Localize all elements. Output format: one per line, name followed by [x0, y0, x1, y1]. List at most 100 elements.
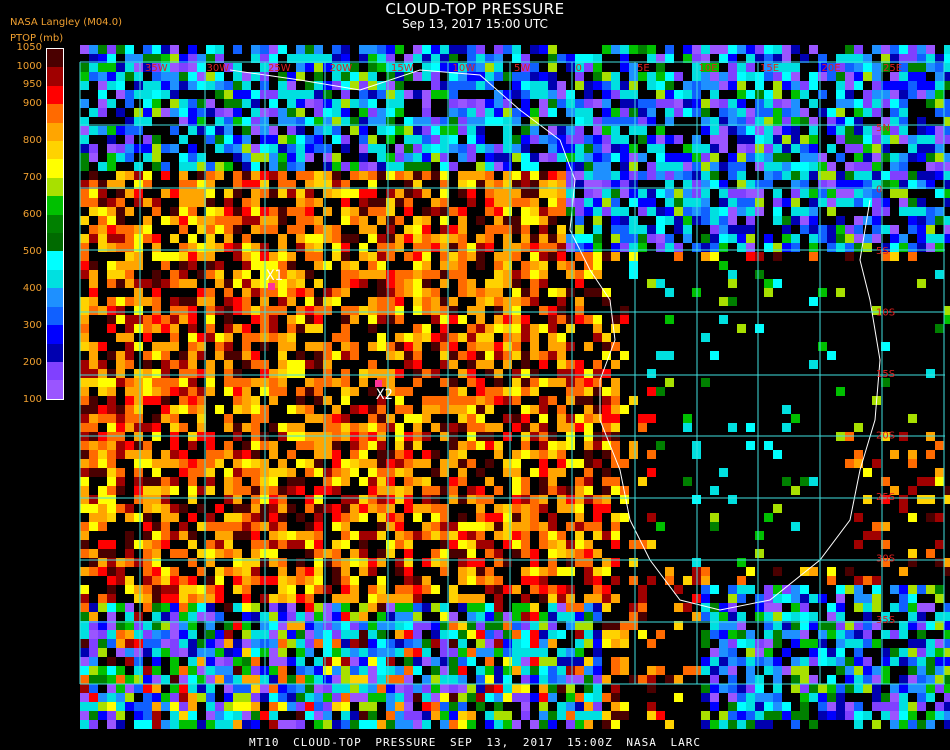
- cloud-cell: [755, 270, 764, 279]
- cloud-cell: [647, 81, 656, 90]
- cloud-cell: [125, 603, 134, 612]
- cloud-cell: [296, 657, 305, 666]
- cloud-cell: [107, 270, 116, 279]
- cloud-cell: [485, 144, 494, 153]
- cloud-cell: [377, 252, 386, 261]
- cloud-cell: [863, 108, 872, 117]
- cloud-cell: [584, 603, 593, 612]
- cloud-cell: [134, 441, 143, 450]
- cloud-cell: [701, 594, 710, 603]
- cloud-cell: [494, 351, 503, 360]
- cloud-cell: [791, 171, 800, 180]
- cloud-cell: [629, 576, 638, 585]
- cloud-cell: [521, 549, 530, 558]
- cloud-cell: [98, 675, 107, 684]
- cloud-cell: [242, 558, 251, 567]
- cloud-cell: [467, 531, 476, 540]
- cloud-cell: [377, 315, 386, 324]
- cloud-cell: [755, 207, 764, 216]
- cloud-cell: [620, 162, 629, 171]
- cloud-cell: [152, 207, 161, 216]
- cloud-cell: [134, 297, 143, 306]
- cloud-cell: [494, 315, 503, 324]
- cloud-cell: [944, 162, 950, 171]
- cloud-cell: [629, 81, 638, 90]
- cloud-cell: [332, 657, 341, 666]
- cloud-cell: [494, 513, 503, 522]
- cloud-cell: [89, 360, 98, 369]
- cloud-cell: [422, 333, 431, 342]
- cloud-cell: [107, 540, 116, 549]
- cloud-cell: [593, 549, 602, 558]
- cloud-cell: [287, 423, 296, 432]
- cloud-cell: [944, 666, 950, 675]
- cloud-cell: [548, 306, 557, 315]
- cloud-cell: [269, 252, 278, 261]
- cloud-cell: [746, 189, 755, 198]
- cloud-cell: [467, 243, 476, 252]
- cloud-cell: [359, 441, 368, 450]
- cloud-cell: [233, 351, 242, 360]
- cloud-cell: [152, 576, 161, 585]
- cloud-cell: [935, 135, 944, 144]
- cloud-cell: [233, 306, 242, 315]
- cloud-cell: [422, 279, 431, 288]
- cloud-cell: [485, 576, 494, 585]
- cloud-cell: [269, 423, 278, 432]
- cloud-cell: [341, 216, 350, 225]
- cloud-cell: [557, 171, 566, 180]
- cloud-cell: [647, 207, 656, 216]
- cloud-cell: [755, 684, 764, 693]
- cloud-cell: [170, 333, 179, 342]
- cloud-cell: [224, 513, 233, 522]
- cloud-cell: [161, 630, 170, 639]
- cloud-cell: [350, 630, 359, 639]
- cloud-cell: [377, 594, 386, 603]
- cloud-cell: [773, 189, 782, 198]
- cloud-cell: [584, 81, 593, 90]
- cloud-cell: [314, 459, 323, 468]
- cloud-cell: [521, 360, 530, 369]
- cloud-cell: [476, 315, 485, 324]
- cloud-cell: [683, 153, 692, 162]
- cloud-cell: [125, 396, 134, 405]
- cloud-cell: [458, 234, 467, 243]
- cloud-cell: [341, 234, 350, 243]
- cloud-cell: [188, 189, 197, 198]
- cloud-cell: [575, 207, 584, 216]
- cloud-cell: [134, 612, 143, 621]
- cloud-cell: [350, 693, 359, 702]
- cloud-cell: [656, 162, 665, 171]
- cloud-cell: [656, 171, 665, 180]
- cloud-cell: [224, 234, 233, 243]
- cloud-cell: [944, 45, 950, 54]
- cloud-cell: [413, 603, 422, 612]
- cloud-cell: [314, 684, 323, 693]
- cloud-cell: [260, 711, 269, 720]
- cloud-cell: [170, 63, 179, 72]
- cloud-cell: [395, 486, 404, 495]
- cloud-cell: [557, 198, 566, 207]
- cloud-cell: [539, 468, 548, 477]
- cloud-cell: [224, 306, 233, 315]
- cloud-cell: [107, 126, 116, 135]
- cloud-cell: [107, 630, 116, 639]
- cloud-cell: [224, 540, 233, 549]
- cloud-cell: [89, 288, 98, 297]
- cloud-cell: [134, 189, 143, 198]
- cloud-cell: [512, 351, 521, 360]
- cloud-cell: [854, 648, 863, 657]
- cloud-cell: [143, 576, 152, 585]
- cloud-cell: [296, 630, 305, 639]
- cloud-cell: [170, 612, 179, 621]
- cloud-cell: [809, 639, 818, 648]
- cloud-cell: [287, 315, 296, 324]
- cloud-cell: [404, 189, 413, 198]
- cloud-cell: [161, 252, 170, 261]
- cloud-cell: [458, 252, 467, 261]
- cloud-cell: [809, 612, 818, 621]
- cloud-cell: [737, 693, 746, 702]
- cloud-cell: [584, 153, 593, 162]
- cloud-cell: [368, 603, 377, 612]
- cloud-cell: [152, 603, 161, 612]
